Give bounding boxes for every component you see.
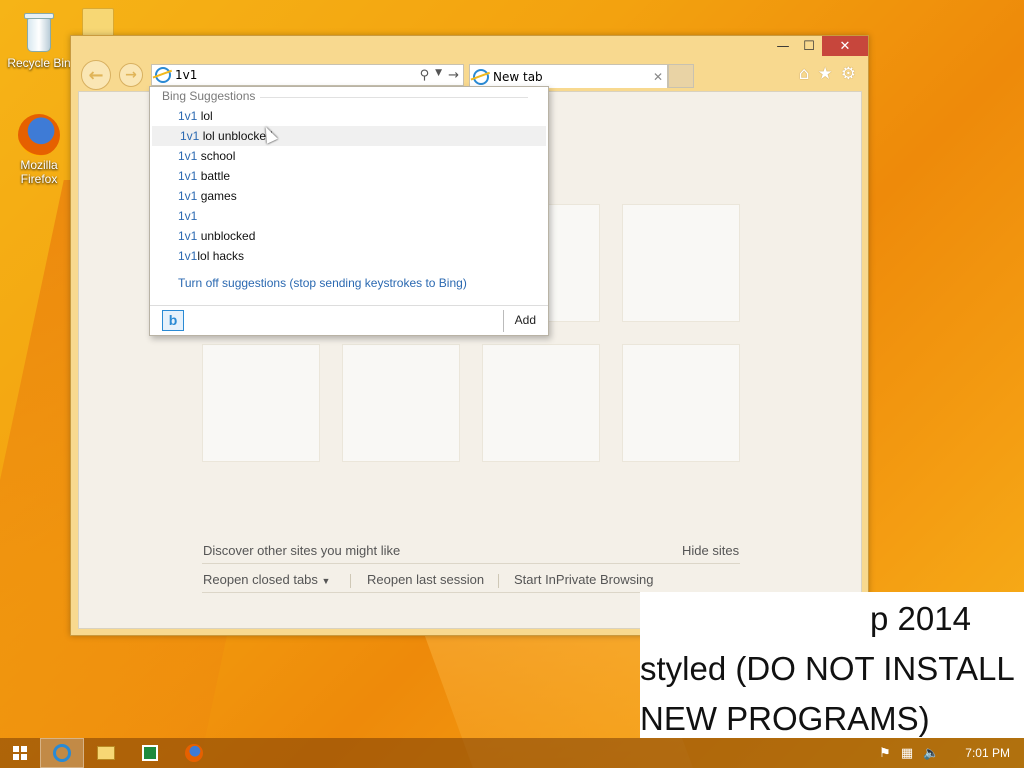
suggestion-list: 1v1 lol 1v1 lol unblocked 1v1 school 1v1… [150,106,548,266]
chevron-down-icon: ▼ [321,576,331,586]
ie-icon [473,68,489,85]
start-button[interactable] [0,738,40,768]
site-tile[interactable] [202,344,320,462]
suggestion-query: 1v1 [178,169,198,183]
minimize-button[interactable]: — [770,36,796,56]
search-icon[interactable]: ⚲ [420,68,430,83]
suggestion-rest: unblocked [197,229,256,243]
suggestions-header: Bing Suggestions [162,89,256,103]
taskbar-internet-explorer[interactable] [40,738,84,768]
windows-logo-icon [13,746,27,760]
new-tab-button[interactable] [668,64,694,88]
suggestion-query: 1v1 [178,149,198,163]
reopen-closed-tabs-link[interactable]: Reopen closed tabs ▼ [203,572,330,587]
chevron-down-icon[interactable]: ▼ [435,68,442,83]
reopen-closed-tabs-label: Reopen closed tabs [203,572,318,587]
suggestion-item[interactable]: 1v1 battle [150,166,548,186]
suggestion-rest: lol [197,109,213,123]
firefox-icon [18,114,60,156]
back-button[interactable]: ← [81,60,111,90]
caption-line: p 2014 [870,600,971,637]
inprivate-link[interactable]: Start InPrivate Browsing [514,572,653,587]
taskbar-store[interactable] [128,738,172,768]
suggestion-item[interactable]: 1v1lol hacks [150,246,548,266]
divider [202,563,740,564]
caption-line: styled (DO NOT INSTALL [640,650,1015,687]
folder-icon [82,8,114,38]
bing-icon[interactable]: b [162,310,184,331]
add-provider-button[interactable]: Add [515,313,536,327]
taskbar-file-explorer[interactable] [84,738,128,768]
maximize-button[interactable]: ☐ [796,36,822,56]
suggestion-rest: games [197,189,237,203]
tab-new-tab[interactable]: New tab ✕ [469,64,668,88]
suggestion-query: 1v1 [178,249,198,263]
close-button[interactable]: ✕ [822,36,868,56]
suggestions-dropdown: Bing Suggestions 1v1 lol 1v1 lol unblock… [149,86,549,336]
favorites-star-icon[interactable]: ★ [818,64,833,84]
suggestion-item[interactable]: 1v1 unblocked [150,226,548,246]
ie-icon [53,744,71,762]
address-input[interactable]: 1v1 [175,68,420,82]
ie-icon [155,67,171,83]
caption-line: NEW PROGRAMS) [640,700,930,737]
home-icon[interactable]: ⌂ [799,64,810,84]
clock[interactable]: 7:01 PM [965,746,1010,760]
suggestion-item[interactable]: 1v1 [150,206,548,226]
suggestion-item[interactable]: 1v1 games [150,186,548,206]
taskbar-firefox[interactable] [172,738,216,768]
search-provider-bar: b Add [150,305,548,335]
desktop-icon-firefox[interactable]: Mozilla Firefox [4,114,74,186]
reopen-last-session-link[interactable]: Reopen last session [367,572,484,587]
recycle-bin-icon [21,8,57,54]
suggestion-query: 1v1 [178,209,198,223]
divider [260,97,528,98]
firefox-icon [185,744,203,762]
address-bar[interactable]: 1v1 ⚲ ▼ → [151,64,464,86]
suggestion-rest: lol hacks [197,249,245,263]
suggestion-query: 1v1 [180,129,200,143]
network-icon[interactable]: ▦ [901,746,913,761]
separator [503,310,504,332]
folder-icon [97,746,115,760]
system-tray: ⚑ ▦ 🔈 7:01 PM [879,738,1024,768]
desktop-icon-label: Recycle Bin [7,56,71,70]
site-tile[interactable] [342,344,460,462]
desktop-icon-label: Mozilla Firefox [20,158,58,186]
close-tab-icon[interactable]: ✕ [649,70,667,84]
arrow-right-icon: → [125,67,137,83]
hide-sites-link[interactable]: Hide sites [682,543,739,558]
separator [350,574,351,588]
arrow-left-icon: ← [88,64,104,86]
gear-icon[interactable]: ⚙ [841,64,856,84]
toolbar-icons: ⌂ ★ ⚙ [799,64,856,84]
window-controls: — ☐ ✕ [770,36,868,56]
volume-muted-icon[interactable]: 🔈 [923,746,939,761]
forward-button[interactable]: → [119,63,143,87]
suggestion-rest: school [197,149,236,163]
separator [498,574,499,588]
site-tile[interactable] [622,344,740,462]
suggestion-rest: battle [197,169,231,183]
store-icon [142,745,158,761]
site-tile[interactable] [482,344,600,462]
suggestion-item[interactable]: 1v1 lol [150,106,548,126]
go-arrow-icon[interactable]: → [448,68,459,83]
caption-overlay: p 2014 styled (DO NOT INSTALL NEW PROGRA… [640,592,1024,738]
site-tile[interactable] [622,204,740,322]
action-center-flag-icon[interactable]: ⚑ [879,746,891,761]
suggestion-query: 1v1 [178,109,198,123]
discover-text: Discover other sites you might like [203,543,401,558]
desktop-icon-recycle-bin[interactable]: Recycle Bin [4,8,74,70]
tab-label: New tab [493,69,543,84]
suggestion-query: 1v1 [178,229,198,243]
suggestion-item[interactable]: 1v1 school [150,146,548,166]
turn-off-suggestions-link[interactable]: Turn off suggestions (stop sending keyst… [178,276,467,290]
suggestion-query: 1v1 [178,189,198,203]
taskbar: ⚑ ▦ 🔈 7:01 PM [0,738,1024,768]
suggestion-item[interactable]: 1v1 lol unblocked [152,126,546,146]
